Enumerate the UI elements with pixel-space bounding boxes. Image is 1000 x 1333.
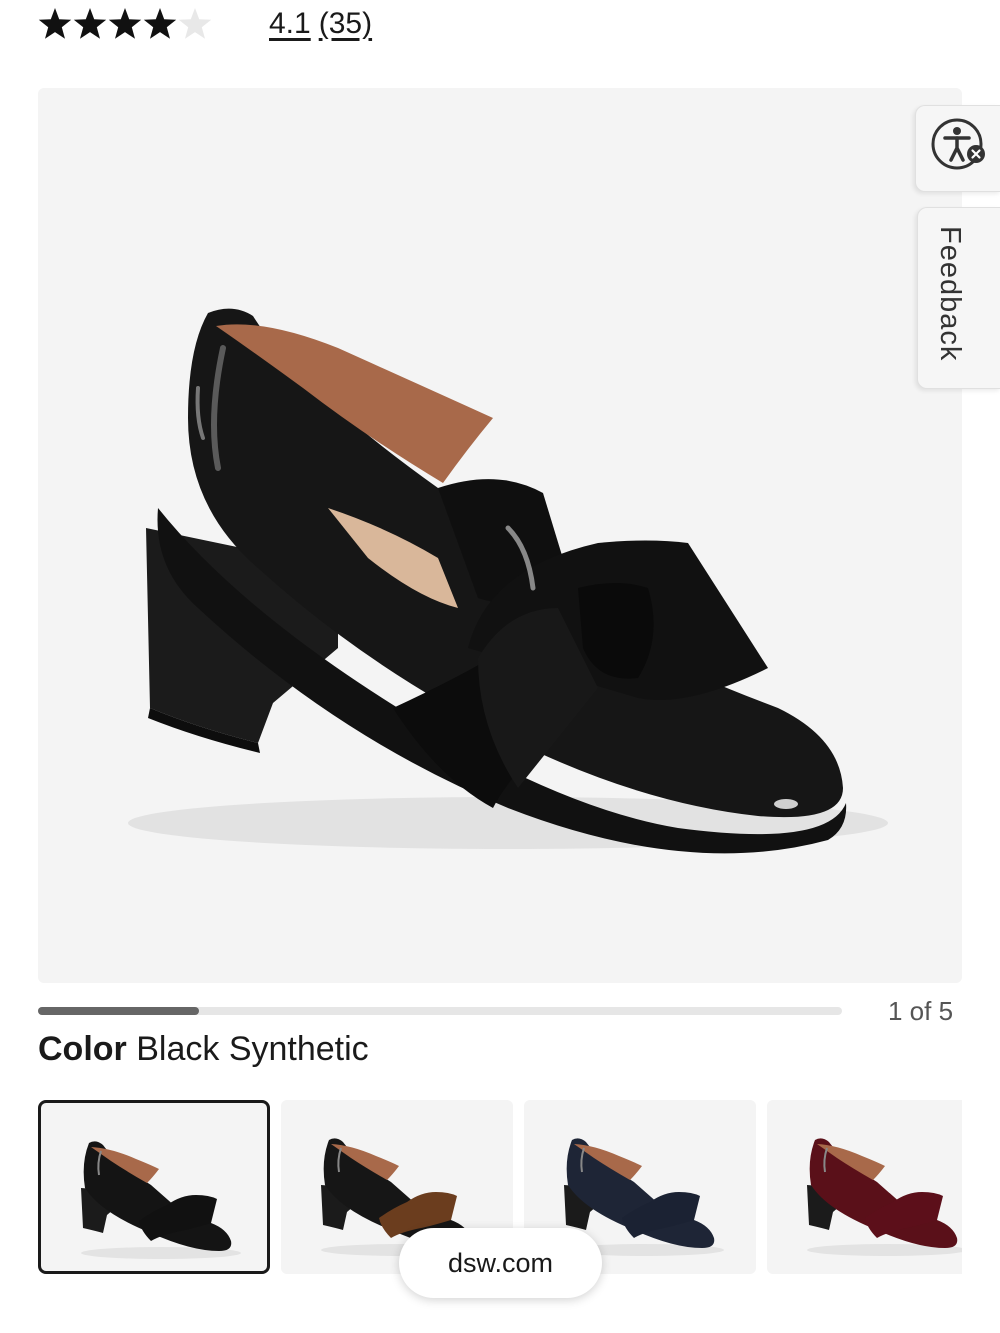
product-main-image[interactable] bbox=[38, 88, 962, 983]
color-swatch-burgundy[interactable] bbox=[767, 1100, 962, 1274]
star-filled-icon bbox=[73, 8, 107, 39]
swatch-shoe-image bbox=[807, 1138, 962, 1256]
rating-value-link[interactable]: 4.1 bbox=[269, 7, 311, 41]
rating-row: 4.1 (35) bbox=[38, 4, 372, 44]
feedback-label: Feedback bbox=[934, 226, 966, 362]
star-filled-icon bbox=[108, 8, 142, 39]
color-swatch-black[interactable] bbox=[38, 1100, 270, 1274]
feedback-tab[interactable]: Feedback bbox=[917, 207, 1000, 389]
star-filled-icon bbox=[38, 8, 72, 39]
review-count-link[interactable]: (35) bbox=[319, 7, 372, 41]
color-selection: Color Black Synthetic bbox=[38, 1030, 369, 1069]
color-label: Color bbox=[38, 1030, 127, 1068]
color-value: Black Synthetic bbox=[136, 1030, 369, 1068]
accessibility-icon bbox=[929, 116, 989, 181]
star-empty-icon bbox=[178, 8, 212, 39]
accessibility-button[interactable] bbox=[915, 105, 1000, 192]
gallery-counter: 1 of 5 bbox=[888, 996, 954, 1026]
gallery-progress-fill bbox=[38, 1007, 199, 1015]
gallery-progress-track bbox=[38, 1007, 842, 1015]
swatch-shoe-image bbox=[81, 1141, 241, 1259]
browser-url-bar[interactable]: dsw.com bbox=[399, 1228, 602, 1298]
star-filled-icon bbox=[143, 8, 177, 39]
star-rating bbox=[38, 6, 213, 42]
url-text: dsw.com bbox=[447, 1247, 554, 1278]
